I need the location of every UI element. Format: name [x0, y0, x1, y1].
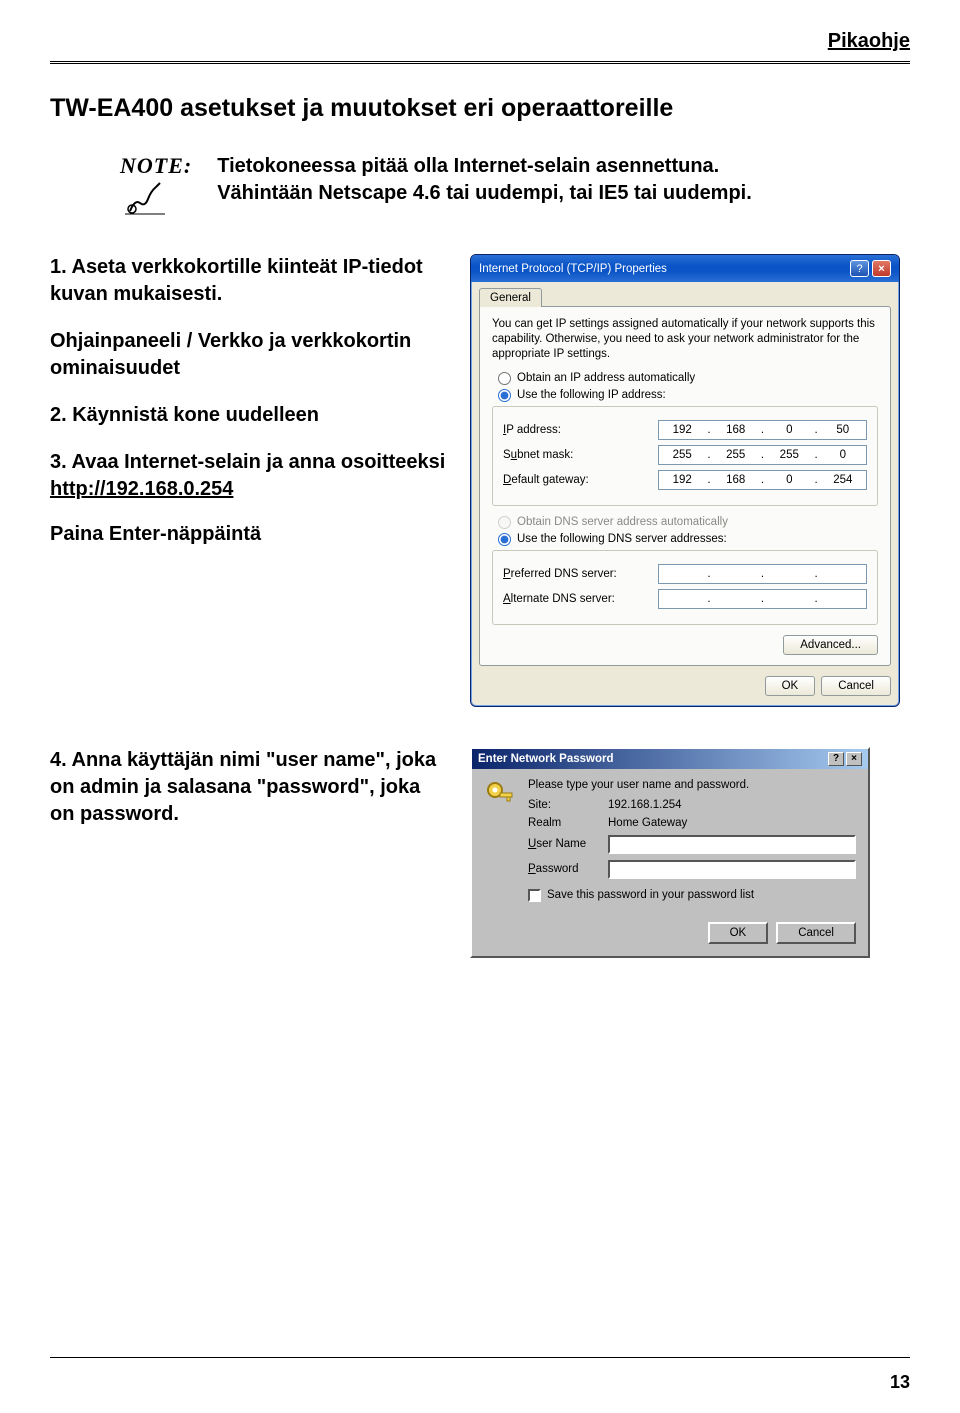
ip-label: IP address:	[503, 424, 658, 436]
note-caption: NOTE:	[120, 153, 192, 179]
note-icon: NOTE:	[120, 153, 192, 224]
tcpip-titlebar: Internet Protocol (TCP/IP) Properties ? …	[471, 255, 899, 282]
ip-b: 168	[713, 424, 759, 436]
footer-rule	[50, 1357, 910, 1358]
tcpip-title-text: Internet Protocol (TCP/IP) Properties	[479, 263, 667, 275]
step-4-pw: password	[80, 803, 173, 825]
subnet-input[interactable]: 255. 255. 255. 0	[658, 445, 867, 465]
step-4-admin: admin	[80, 776, 139, 798]
note-block: NOTE: Tietokoneessa pitää olla Internet-…	[120, 153, 890, 224]
tcpip-dialog: Internet Protocol (TCP/IP) Properties ? …	[470, 254, 900, 707]
tab-general[interactable]: General	[479, 288, 542, 307]
password-dialog: Enter Network Password ? ×	[470, 747, 870, 958]
gateway-label: Default gateway:	[503, 474, 658, 486]
step-4: 4. Anna käyttäjän nimi "user name", joka…	[50, 747, 450, 828]
step-3: 3. Avaa Internet-selain ja anna osoittee…	[50, 449, 450, 548]
sn-c: 255	[766, 449, 812, 461]
note-line-2: Vähintään Netscape 4.6 tai uudempi, tai …	[217, 182, 752, 204]
password-prompt: Please type your user name and password.	[528, 779, 856, 791]
step-3-b: Paina Enter-näppäintä	[50, 521, 450, 548]
tcpip-intro: You can get IP settings assigned automat…	[492, 317, 878, 362]
radio-auto-ip-label: Obtain an IP address automatically	[517, 372, 695, 384]
hand-writing-icon	[120, 179, 170, 219]
pref-dns-input[interactable]: ...	[658, 564, 867, 584]
ip-d: 50	[820, 424, 866, 436]
realm-label: Realm	[528, 817, 608, 829]
radio-use-ip[interactable]: Use the following IP address:	[498, 389, 878, 402]
ip-a: 192	[659, 424, 705, 436]
ip-group: IP address: 192. 168. 0. 50 Subnet mask:	[492, 406, 878, 506]
close-icon[interactable]: ×	[846, 752, 862, 766]
dns-group: Preferred DNS server: ... Alternate DNS …	[492, 550, 878, 625]
cancel-button[interactable]: Cancel	[776, 922, 856, 944]
doc-header: Pikaohje	[50, 30, 910, 53]
sn-d: 0	[820, 449, 866, 461]
ip-c: 0	[766, 424, 812, 436]
radio-use-dns[interactable]: Use the following DNS server addresses:	[498, 533, 878, 546]
realm-value: Home Gateway	[608, 817, 687, 829]
radio-auto-dns: Obtain DNS server address automatically	[498, 516, 878, 529]
password-input[interactable]	[608, 860, 856, 879]
step-3-link[interactable]: http://192.168.0.254	[50, 478, 233, 500]
password-title-text: Enter Network Password	[478, 753, 613, 765]
gw-b: 168	[713, 474, 759, 486]
sn-b: 255	[713, 449, 759, 461]
note-line-1: Tietokoneessa pitää olla Internet-selain…	[217, 155, 719, 177]
step-1a: 1. Aseta verkkokortille kiinteät IP-tied…	[50, 254, 450, 308]
page-number: 13	[890, 1372, 910, 1393]
save-password-checkbox[interactable]: Save this password in your password list	[528, 889, 856, 902]
note-text: Tietokoneessa pitää olla Internet-selain…	[217, 153, 752, 207]
key-icon	[484, 779, 516, 811]
page-title: TW-EA400 asetukset ja muutokset eri oper…	[50, 94, 910, 123]
ok-button[interactable]: OK	[708, 922, 769, 944]
close-icon[interactable]: ×	[872, 260, 891, 277]
password-titlebar: Enter Network Password ? ×	[472, 749, 868, 769]
subnet-label: Subnet mask:	[503, 449, 658, 461]
site-value: 192.168.1.254	[608, 799, 682, 811]
gw-a: 192	[659, 474, 705, 486]
username-label: User Name	[528, 838, 608, 850]
sn-a: 255	[659, 449, 705, 461]
username-input[interactable]	[608, 835, 856, 854]
radio-use-ip-label: Use the following IP address:	[517, 389, 666, 401]
radio-use-dns-label: Use the following DNS server addresses:	[517, 533, 727, 545]
pref-dns-label: Preferred DNS server:	[503, 568, 658, 580]
checkbox-icon	[528, 889, 541, 902]
step-1b: Ohjainpaneeli / Verkko ja verkkokortin o…	[50, 328, 450, 382]
ok-button[interactable]: OK	[765, 676, 816, 696]
alt-dns-label: Alternate DNS server:	[503, 593, 658, 605]
gw-d: 254	[820, 474, 866, 486]
step-3-text: 3. Avaa Internet-selain ja anna osoittee…	[50, 451, 445, 473]
help-icon[interactable]: ?	[828, 752, 844, 766]
radio-auto-ip[interactable]: Obtain an IP address automatically	[498, 372, 878, 385]
gw-c: 0	[766, 474, 812, 486]
save-password-label: Save this password in your password list	[547, 889, 754, 901]
step-2: 2. Käynnistä kone uudelleen	[50, 402, 450, 429]
site-label: Site:	[528, 799, 608, 811]
password-label: Password	[528, 863, 608, 875]
alt-dns-input[interactable]: ...	[658, 589, 867, 609]
cancel-button[interactable]: Cancel	[821, 676, 891, 696]
advanced-button[interactable]: Advanced...	[783, 635, 878, 655]
gateway-input[interactable]: 192. 168. 0. 254	[658, 470, 867, 490]
header-rule	[50, 61, 910, 64]
help-icon[interactable]: ?	[850, 260, 869, 277]
ip-input[interactable]: 192. 168. 0. 50	[658, 420, 867, 440]
radio-auto-dns-label: Obtain DNS server address automatically	[517, 516, 728, 528]
step-4-c: .	[173, 803, 179, 825]
